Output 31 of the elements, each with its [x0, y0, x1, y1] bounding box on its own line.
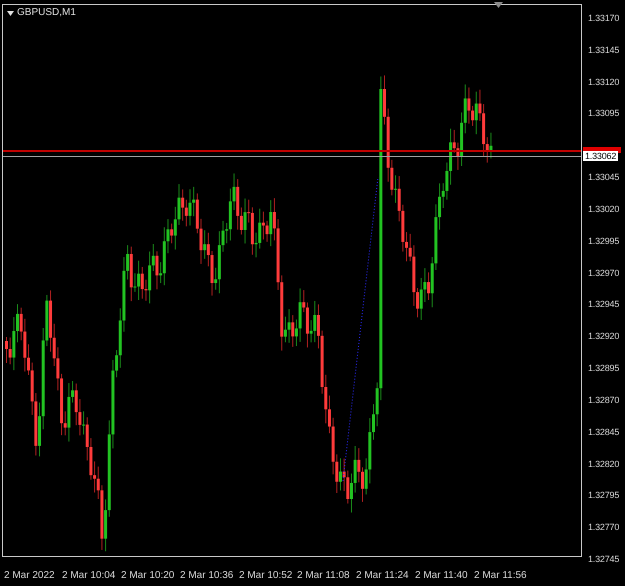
price-axis-label: 1.33120: [588, 76, 620, 88]
price-axis-label: 1.32845: [588, 426, 620, 438]
price-axis-label: 1.32995: [588, 236, 620, 247]
time-axis-label: 2 Mar 10:36: [180, 570, 234, 582]
price-axis-label: 1.33095: [588, 108, 620, 120]
time-axis-label: 2 Mar 11:56: [474, 570, 527, 582]
time-axis-label: 2 Mar 11:40: [415, 570, 468, 582]
time-axis-label: 2 Mar 2022: [4, 570, 55, 582]
price-axis-label: 1.32920: [588, 331, 620, 342]
price-axis-label: 1.33020: [588, 204, 620, 215]
price-axis-label: 1.33170: [588, 13, 620, 24]
dropdown-triangle-icon[interactable]: [7, 10, 14, 16]
time-axis-label: 2 Mar 11:24: [356, 570, 409, 582]
price-axis-label: 1.32795: [588, 490, 620, 502]
price-axis-label: 1.32820: [588, 458, 620, 470]
chart-shift-triangle-icon[interactable]: [494, 2, 503, 8]
price-axis-label: 1.33145: [588, 44, 620, 56]
time-axis-label: 2 Mar 11:08: [297, 570, 350, 582]
price-axis-label: 1.32870: [588, 394, 620, 406]
price-axis-label: 1.32970: [588, 268, 620, 279]
price-axis-label: 1.32895: [588, 363, 620, 374]
time-axis-label: 2 Mar 10:52: [239, 570, 292, 582]
price-axis-label: 1.32945: [588, 299, 620, 310]
bid-price-label: 1.33062: [583, 151, 618, 161]
chart-plot-area[interactable]: GBPUSD,M1: [2, 4, 582, 557]
time-axis-label: 2 Mar 10:20: [121, 570, 174, 582]
price-axis-label: 1.32745: [588, 554, 620, 566]
price-axis-label: 1.33045: [588, 172, 620, 184]
price-axis-label: 1.32770: [588, 522, 620, 534]
chart-symbol-title: GBPUSD,M1: [17, 7, 76, 19]
time-axis-label: 2 Mar 10:04: [62, 570, 116, 582]
